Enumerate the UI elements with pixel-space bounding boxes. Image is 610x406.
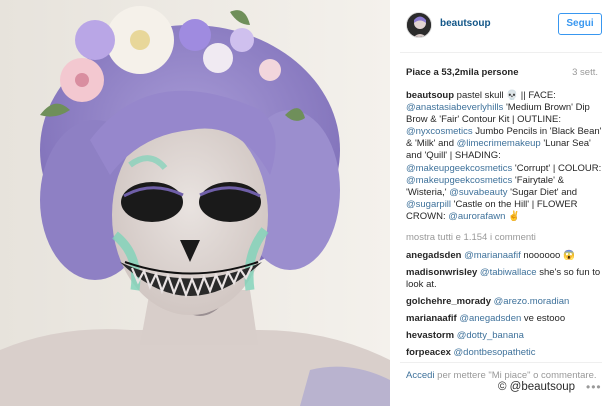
caption-mention[interactable]: @sugarpill — [406, 199, 451, 210]
comment-mention[interactable]: @tabiwallace — [480, 267, 537, 278]
header-username[interactable]: beautsoup — [440, 18, 491, 29]
comment-mention[interactable]: @marianaafif — [464, 250, 521, 261]
follow-button[interactable]: Segui — [558, 13, 602, 35]
caption-mention[interactable]: @nyxcosmetics — [406, 126, 473, 137]
comment-mention[interactable]: @anegadsden — [459, 313, 521, 324]
comment-username[interactable]: anegadsden — [406, 250, 461, 261]
comment-mention[interactable]: @dontbesopathetic — [454, 347, 536, 358]
caption-fragment: 'Sugar Diet' and — [507, 186, 578, 198]
caption-mention[interactable]: @limecrimemakeup — [457, 138, 541, 149]
comment-username[interactable]: golchehre_morady — [406, 296, 491, 307]
post-details-panel: beautsoup Segui Piace a 53,2mila persone… — [392, 0, 610, 406]
caption-mention[interactable]: @makeupgeekcosmetics — [406, 163, 512, 174]
caption-fragment: 'Corrupt' | COLOUR: — [512, 162, 602, 174]
caption-mention[interactable]: @makeupgeekcosmetics — [406, 175, 512, 186]
post-caption: beautsoup pastel skull 💀 || FACE: @anast… — [406, 90, 606, 223]
post-photo-artwork — [0, 0, 390, 406]
caption-mention[interactable]: @anastasiabeverlyhills — [406, 102, 503, 113]
caption-text: pastel skull 💀 || FACE: @anastasiabeverl… — [406, 90, 601, 222]
comment-username[interactable]: forpeacex — [406, 347, 451, 358]
comment-username[interactable]: hevastorm — [406, 330, 454, 341]
footer-divider — [400, 362, 602, 363]
comment-text: ve estooo — [521, 312, 566, 324]
comment-item: anegadsden @marianaafif noooooo 😱 — [406, 250, 606, 262]
avatar-image — [407, 13, 431, 37]
caption-fragment: pastel skull 💀 || FACE: — [454, 90, 556, 101]
more-options-icon[interactable]: ••• — [586, 380, 602, 394]
likes-count[interactable]: Piace a 53,2mila persone — [406, 67, 518, 78]
post-photo[interactable] — [0, 0, 390, 406]
comment-item: marianaafif @anegadsden ve estooo — [406, 313, 606, 325]
comment-item: hevastorm @dotty_banana — [406, 330, 606, 342]
comment-list: anegadsden @marianaafif noooooo 😱 madison… — [406, 250, 606, 363]
post-timestamp[interactable]: 3 sett. — [572, 67, 598, 78]
post-header: beautsoup Segui — [392, 0, 610, 52]
comment-item: forpeacex @dontbesopathetic — [406, 347, 606, 359]
comment-text: noooooo 😱 — [520, 250, 575, 261]
caption-fragment: ✌ — [505, 210, 520, 222]
comment-mention[interactable]: @arezo.moradian — [494, 296, 570, 307]
avatar[interactable] — [406, 12, 432, 38]
caption-mention[interactable]: @aurorafawn — [448, 211, 505, 222]
caption-mention[interactable]: @suvabeauty — [449, 187, 507, 198]
watermark: © @beautsoup — [496, 381, 578, 393]
header-divider — [400, 52, 602, 53]
show-all-comments-link[interactable]: mostra tutti e 1.154 i commenti — [406, 232, 536, 243]
comment-mention[interactable]: @dotty_banana — [457, 330, 524, 341]
comment-username[interactable]: marianaafif — [406, 313, 457, 324]
caption-username[interactable]: beautsoup — [406, 90, 454, 101]
comment-item: madisonwrisley @tabiwallace she's so fun… — [406, 267, 606, 291]
comment-item: golchehre_morady @arezo.moradian — [406, 296, 606, 308]
login-link[interactable]: Accedi — [406, 370, 435, 381]
comment-username[interactable]: madisonwrisley — [406, 267, 477, 278]
login-prompt-text: per mettere "Mi piace" o commentare. — [434, 370, 597, 381]
